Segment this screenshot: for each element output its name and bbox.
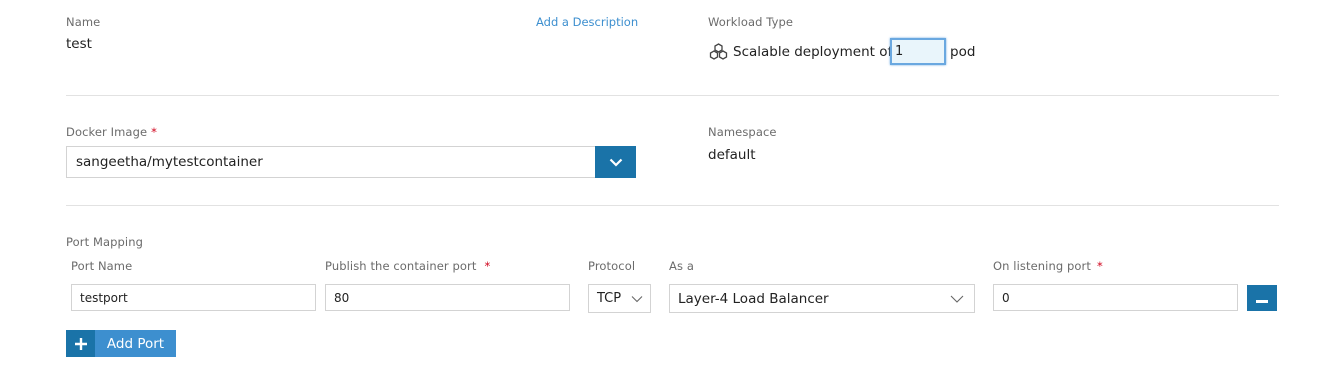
plus-icon: [66, 330, 95, 357]
add-description-link[interactable]: Add a Description: [536, 15, 638, 29]
container-port-input[interactable]: [325, 284, 570, 311]
namespace-value: default: [708, 147, 756, 163]
name-label: Name: [66, 15, 101, 29]
remove-port-button[interactable]: [1247, 285, 1277, 311]
docker-image-dropdown-button[interactable]: [595, 146, 636, 178]
workload-suffix: pod: [950, 44, 976, 60]
add-port-label: Add Port: [95, 330, 176, 357]
divider: [66, 95, 1279, 96]
chevron-down-icon: [609, 155, 623, 170]
protocol-select[interactable]: TCP: [588, 284, 651, 313]
divider: [66, 205, 1279, 206]
port-mapping-label: Port Mapping: [66, 235, 144, 249]
cluster-icon: [709, 43, 728, 65]
add-port-button[interactable]: Add Port: [66, 330, 176, 357]
port-name-input[interactable]: [71, 284, 316, 311]
listening-port-header: On listening port *: [993, 259, 1103, 273]
chevron-down-icon: [950, 291, 964, 307]
workload-type-label: Workload Type: [708, 15, 794, 29]
pod-count-input[interactable]: [890, 38, 946, 65]
as-a-value: Layer-4 Load Balancer: [678, 290, 829, 307]
as-a-select[interactable]: Layer-4 Load Balancer: [669, 284, 975, 313]
listening-port-input[interactable]: [993, 284, 1238, 311]
protocol-header: Protocol: [588, 259, 636, 273]
minus-icon: [1256, 291, 1268, 306]
port-name-header: Port Name: [71, 259, 133, 273]
container-port-header: Publish the container port *: [325, 259, 491, 273]
protocol-value: TCP: [597, 291, 622, 306]
docker-image-input[interactable]: [66, 146, 596, 178]
chevron-down-icon: [631, 291, 643, 306]
docker-image-label: Docker Image *: [66, 125, 157, 139]
namespace-label: Namespace: [708, 125, 777, 139]
workload-prefix: Scalable deployment of: [733, 44, 893, 60]
name-value[interactable]: test: [66, 36, 92, 52]
as-a-header: As a: [669, 259, 694, 273]
